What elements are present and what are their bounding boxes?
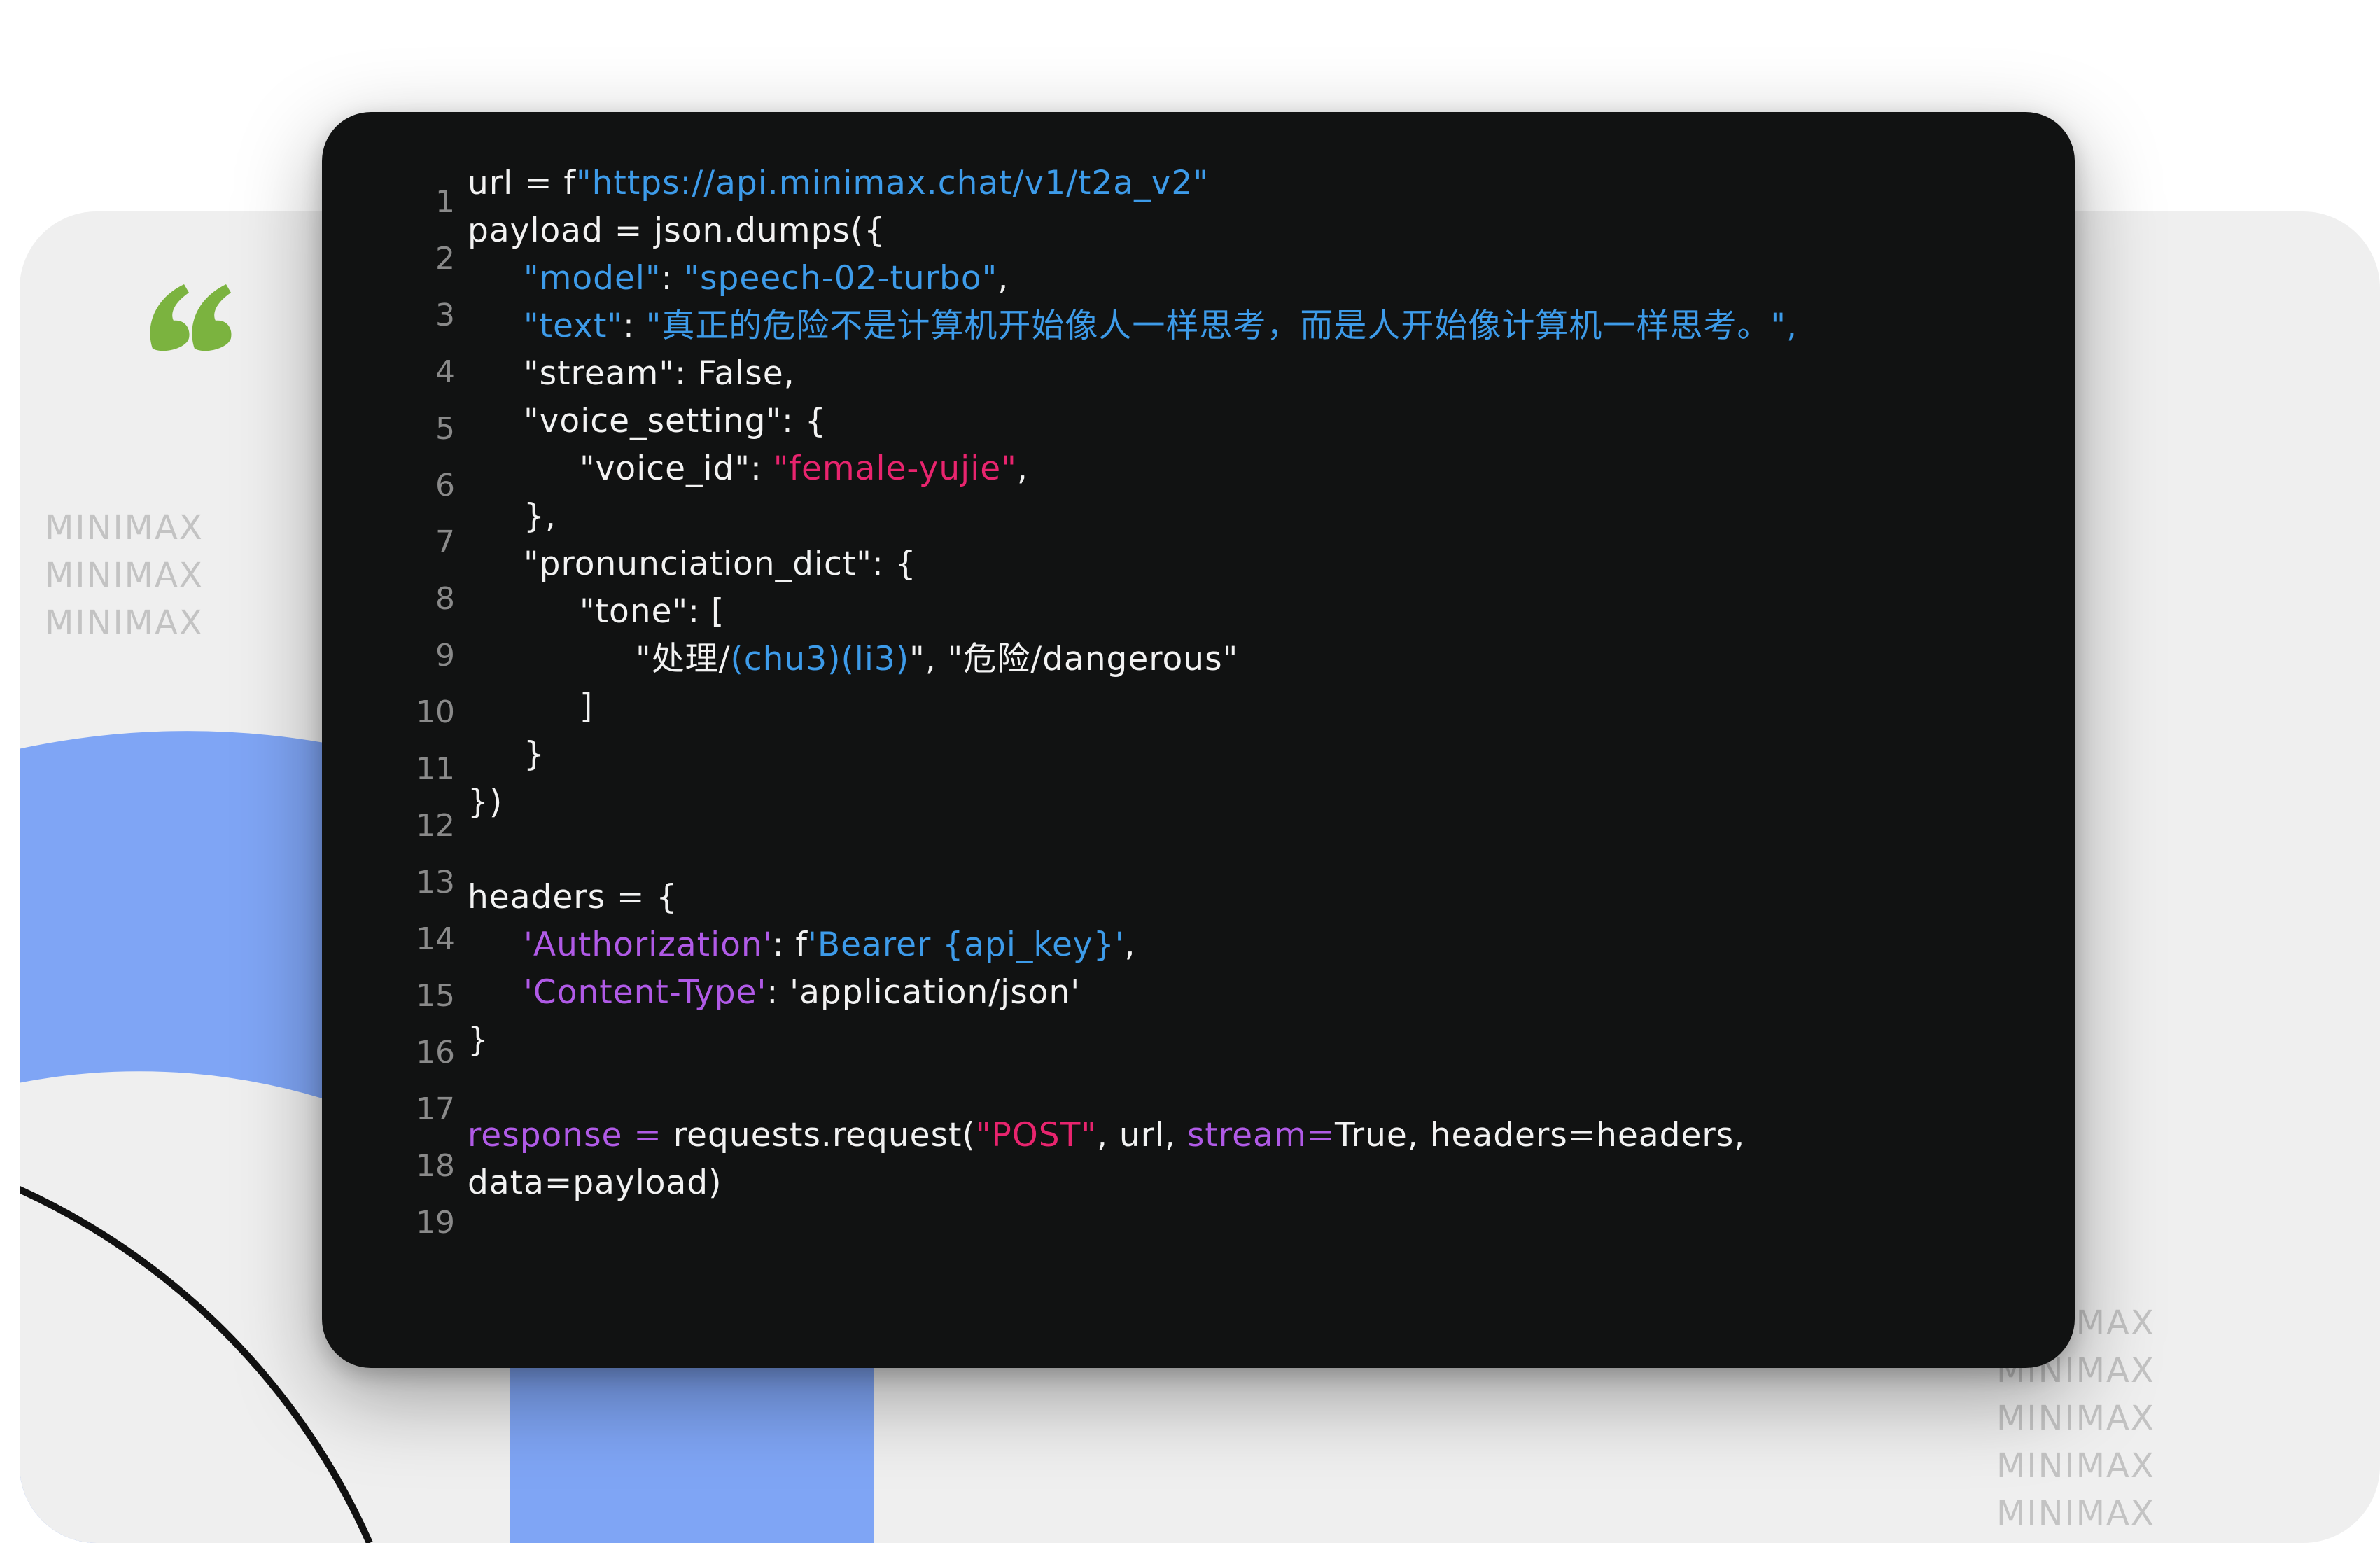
- code-line: "text": "真正的危险不是计算机开始像人一样思考，而是人开始像计算机一样思…: [468, 302, 2033, 350]
- code-token: ", "危险/dangerous": [909, 640, 1239, 678]
- watermark-left: MINIMAX MINIMAX MINIMAX: [45, 504, 204, 647]
- code-token-key: "text": [524, 307, 623, 345]
- code-token: ,: [1016, 449, 1028, 488]
- line-number: 9: [435, 638, 455, 673]
- code-line: 'Authorization': f'Bearer {api_key}',: [468, 921, 2033, 969]
- code-window: 1 2 3 4 5 6 7 8 9 10 11 12 13 14 15 16 1…: [322, 112, 2075, 1368]
- line-number: 5: [435, 411, 455, 447]
- code-token: : f: [772, 926, 808, 964]
- code-line: "voice_id": "female-yujie",: [468, 445, 2033, 493]
- watermark-text: MINIMAX: [1996, 1399, 2155, 1438]
- line-number: 2: [435, 241, 455, 277]
- line-number: 1: [435, 184, 455, 220]
- line-number: 13: [416, 865, 455, 900]
- line-number: 18: [416, 1148, 455, 1184]
- code-token: "voice_id":: [580, 449, 774, 488]
- line-number: 7: [435, 524, 455, 560]
- line-number: 14: [416, 921, 455, 957]
- code-token-string: "真正的危险不是计算机开始像人一样思考，而是人开始像计算机一样思考。",: [645, 307, 1798, 345]
- line-number: 3: [435, 298, 455, 333]
- code-token-key: 'Authorization': [524, 926, 773, 964]
- code-token: url = f: [468, 164, 576, 202]
- code-token: "处理/: [636, 640, 731, 678]
- code-line: data=payload): [468, 1164, 722, 1202]
- code-line: "voice_setting": {: [524, 402, 827, 440]
- code-line: ]: [580, 687, 594, 726]
- code-token-string: "https://api.minimax.chat/v1/t2a_v2": [575, 164, 1209, 202]
- code-token: :: [623, 307, 646, 345]
- watermark-text: MINIMAX: [45, 603, 204, 643]
- code-token: ,: [1124, 926, 1136, 964]
- code-token-string: "speech-02-turbo": [684, 259, 998, 298]
- watermark-text: MINIMAX: [45, 508, 204, 547]
- code-token-string: (chu3)(li3): [730, 640, 910, 678]
- line-number-gutter: 1 2 3 4 5 6 7 8 9 10 11 12 13 14 15 16 1…: [392, 174, 455, 1251]
- code-line: url = f"https://api.minimax.chat/v1/t2a_…: [468, 160, 2033, 207]
- code-body: url = f"https://api.minimax.chat/v1/t2a_…: [468, 160, 2033, 1207]
- code-token-keyword: stream=: [1186, 1116, 1335, 1154]
- code-line: payload = json.dumps({: [468, 211, 886, 250]
- watermark-text: MINIMAX: [1996, 1494, 2155, 1533]
- line-number: 12: [416, 808, 455, 844]
- code-line: }): [468, 783, 503, 821]
- line-number: 6: [435, 468, 455, 503]
- code-line: "model": "speech-02-turbo",: [468, 255, 2033, 302]
- code-line: },: [524, 497, 556, 536]
- code-token: : 'application/json': [766, 973, 1081, 1012]
- code-line: headers = {: [468, 878, 678, 916]
- watermark-text: MINIMAX: [45, 556, 204, 595]
- line-number: 11: [416, 751, 455, 787]
- code-token-keyword: response =: [468, 1116, 662, 1154]
- code-line: }: [524, 735, 545, 774]
- code-token-key: 'Content-Type': [524, 973, 767, 1012]
- line-number: 8: [435, 581, 455, 617]
- code-line: "处理/(chu3)(li3)", "危险/dangerous": [468, 636, 2033, 683]
- code-token: requests.request(: [662, 1116, 976, 1154]
- code-token: :: [661, 259, 685, 298]
- code-line: }: [468, 1021, 489, 1059]
- watermark-text: MINIMAX: [1996, 1446, 2155, 1486]
- line-number: 4: [435, 354, 455, 390]
- code-token-string: "female-yujie": [773, 449, 1017, 488]
- code-line: "pronunciation_dict": {: [524, 545, 917, 583]
- line-number: 19: [416, 1205, 455, 1241]
- line-number: 16: [416, 1035, 455, 1070]
- code-token-string: "POST": [975, 1116, 1097, 1154]
- code-line: "tone": [: [580, 592, 725, 631]
- code-line: response = requests.request("POST", url,…: [468, 1112, 2033, 1159]
- quote-icon: [146, 279, 237, 356]
- line-number: 10: [416, 694, 455, 730]
- code-line: 'Content-Type': 'application/json': [468, 969, 2033, 1017]
- code-token: True, headers=headers,: [1334, 1116, 1746, 1154]
- line-number: 15: [416, 978, 455, 1014]
- code-token: ,: [997, 259, 1009, 298]
- code-token: , url,: [1096, 1116, 1187, 1154]
- line-number: 17: [416, 1091, 455, 1127]
- code-token-string: 'Bearer {api_key}': [807, 926, 1125, 964]
- code-line: "stream": False,: [524, 354, 795, 393]
- code-token-key: "model": [524, 259, 662, 298]
